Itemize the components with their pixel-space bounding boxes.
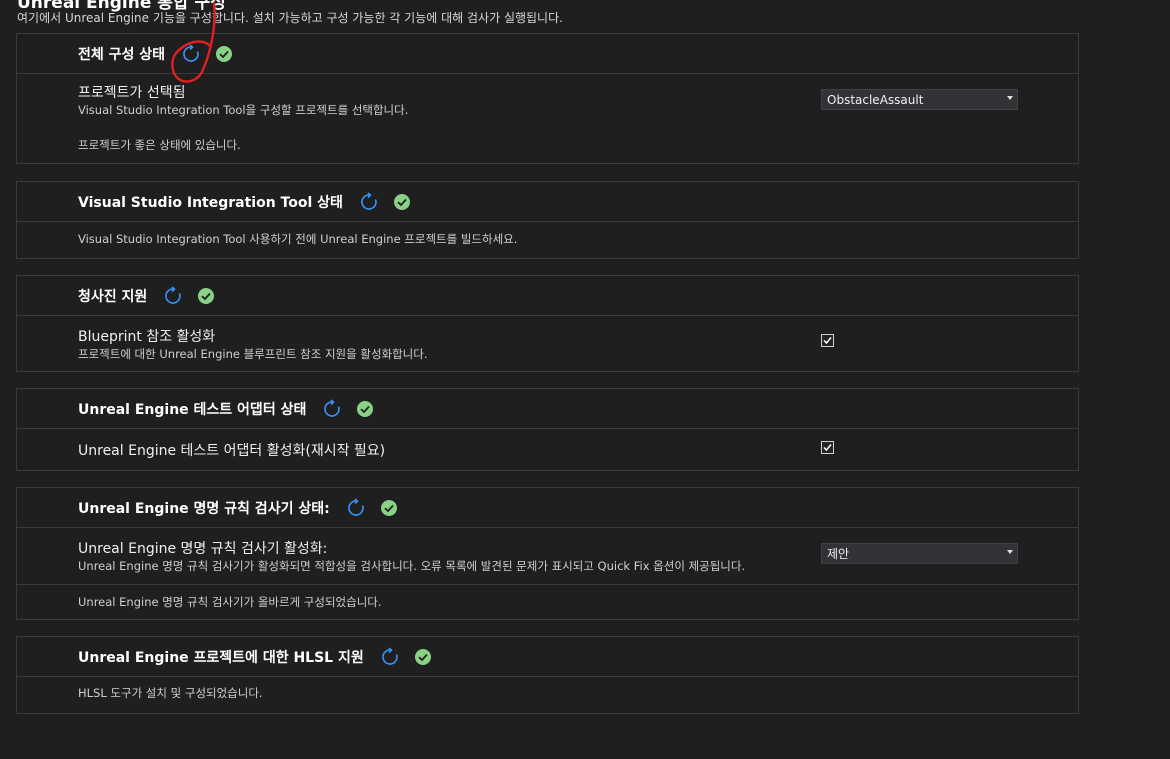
section-header: Unreal Engine 프로젝트에 대한 HLSL 지원	[17, 637, 1078, 677]
blueprint-option-description: 프로젝트에 대한 Unreal Engine 블루프린트 참조 지원을 활성화합…	[78, 347, 428, 361]
check-circle-icon	[197, 287, 215, 305]
naming-level-value: 제안	[827, 547, 850, 561]
check-circle-icon	[393, 193, 411, 211]
status-text: HLSL 도구가 설치 및 구성되었습니다.	[78, 686, 263, 700]
section-title: 전체 구성 상태	[78, 46, 166, 63]
status-text: Visual Studio Integration Tool 사용하기 전에 U…	[78, 232, 518, 246]
section-title: 청사진 지원	[78, 288, 148, 305]
refresh-icon[interactable]	[359, 191, 379, 212]
chevron-down-icon	[1007, 96, 1013, 100]
section-header: Unreal Engine 명명 규칙 검사기 상태:	[17, 488, 1078, 528]
project-status: 프로젝트가 좋은 상태에 있습니다.	[78, 138, 241, 152]
status-row: Unreal Engine 명명 규칙 검사기가 올바르게 구성되었습니다.	[17, 584, 1078, 619]
blueprint-option-row: Blueprint 참조 활성화 프로젝트에 대한 Unreal Engine …	[17, 316, 1078, 371]
check-circle-icon	[356, 400, 374, 418]
blueprint-option-label: Blueprint 참조 활성화	[78, 329, 216, 345]
project-select[interactable]: ObstacleAssault	[821, 89, 1018, 110]
test-adapter-option-label: Unreal Engine 테스트 어댑터 활성화(재시작 필요)	[78, 443, 386, 459]
section-header: Visual Studio Integration Tool 상태	[17, 182, 1078, 222]
section-title: Unreal Engine 테스트 어댑터 상태	[78, 401, 307, 418]
refresh-icon[interactable]	[380, 646, 400, 667]
status-row: Visual Studio Integration Tool 사용하기 전에 U…	[17, 222, 1078, 258]
status-text: Unreal Engine 명명 규칙 검사기가 올바르게 구성되었습니다.	[78, 595, 382, 609]
status-row: HLSL 도구가 설치 및 구성되었습니다.	[17, 677, 1078, 713]
blueprint-checkbox[interactable]	[821, 334, 834, 347]
naming-option-row: Unreal Engine 명명 규칙 검사기 활성화: Unreal Engi…	[17, 528, 1078, 584]
page-description: 여기에서 Unreal Engine 기능을 구성합니다. 설치 가능하고 구성…	[17, 11, 563, 25]
section-hlsl-support: Unreal Engine 프로젝트에 대한 HLSL 지원 HLSL 도구가 …	[16, 636, 1079, 714]
chevron-down-icon	[1007, 550, 1013, 554]
section-header: 청사진 지원	[17, 276, 1078, 316]
section-title: Visual Studio Integration Tool 상태	[78, 194, 343, 211]
naming-level-select[interactable]: 제안	[821, 543, 1018, 564]
section-header: 전체 구성 상태	[17, 34, 1078, 74]
refresh-icon[interactable]	[322, 398, 342, 419]
test-adapter-option-row: Unreal Engine 테스트 어댑터 활성화(재시작 필요)	[17, 429, 1078, 470]
section-header: Unreal Engine 테스트 어댑터 상태	[17, 389, 1078, 429]
project-row: 프로젝트가 선택됨 Visual Studio Integration Tool…	[17, 74, 1078, 163]
section-vs-integration: Visual Studio Integration Tool 상태 Visual…	[16, 181, 1079, 259]
check-circle-icon	[215, 45, 233, 63]
section-naming-checker: Unreal Engine 명명 규칙 검사기 상태: Unreal Engin…	[16, 487, 1079, 620]
section-test-adapter: Unreal Engine 테스트 어댑터 상태 Unreal Engine 테…	[16, 388, 1079, 471]
refresh-icon[interactable]	[163, 285, 183, 306]
project-select-value: ObstacleAssault	[827, 92, 924, 107]
section-blueprint-support: 청사진 지원 Blueprint 참조 활성화 프로젝트에 대한 Unreal …	[16, 275, 1079, 372]
section-title: Unreal Engine 프로젝트에 대한 HLSL 지원	[78, 649, 364, 666]
section-title: Unreal Engine 명명 규칙 검사기 상태:	[78, 500, 330, 517]
check-circle-icon	[380, 499, 398, 517]
check-circle-icon	[414, 648, 432, 666]
refresh-icon[interactable]	[181, 43, 201, 64]
refresh-icon[interactable]	[346, 497, 366, 518]
test-adapter-checkbox[interactable]	[821, 441, 834, 454]
section-overall-config: 전체 구성 상태 프로젝트가 선택됨 Visual Studio Integra…	[16, 33, 1079, 164]
